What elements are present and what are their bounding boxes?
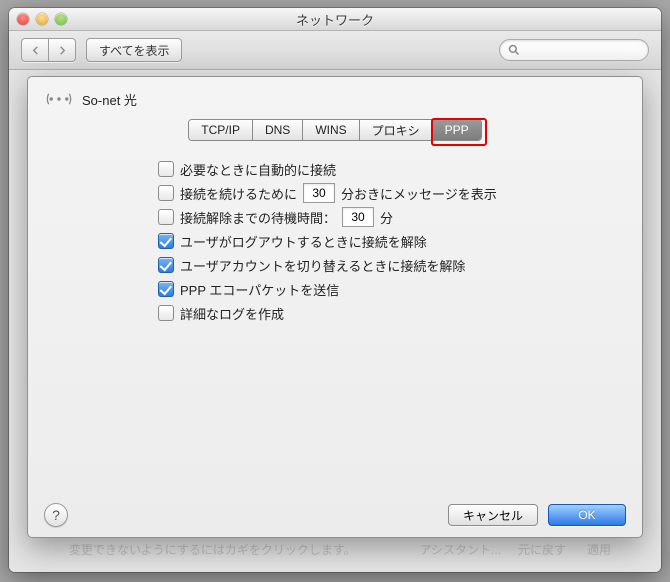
preferences-window: ネットワーク すべてを表示 ネットワーク環境 So-net USB Ethern… <box>9 8 661 572</box>
settings-sheet: So-net 光 TCP/IPDNSWINSプロキシPPP 必要なときに自動的に… <box>27 76 643 538</box>
window-title: ネットワーク <box>9 10 661 29</box>
zoom-icon[interactable] <box>55 13 67 25</box>
tab-[interactable]: プロキシ <box>360 120 433 140</box>
window-controls <box>17 13 67 25</box>
tab-dns[interactable]: DNS <box>253 120 303 140</box>
search-icon <box>508 44 520 56</box>
verbose-log-checkbox[interactable] <box>158 305 174 321</box>
logout-disconnect-label: ユーザがログアウトするときに接続を解除 <box>180 232 427 251</box>
titlebar: ネットワーク <box>9 8 661 31</box>
cancel-button[interactable]: キャンセル <box>448 504 538 526</box>
help-button[interactable]: ? <box>44 503 68 527</box>
ppp-echo-label: PPP エコーパケットを送信 <box>180 280 339 299</box>
idle-input[interactable] <box>342 207 374 227</box>
show-all-button[interactable]: すべてを表示 <box>86 38 182 62</box>
keepalive-checkbox[interactable] <box>158 185 174 201</box>
back-button[interactable] <box>21 38 48 62</box>
close-icon[interactable] <box>17 13 29 25</box>
sheet-footer: ? キャンセル OK <box>28 493 642 537</box>
tab-bar: TCP/IPDNSWINSプロキシPPP <box>28 119 642 141</box>
logout-disconnect-checkbox[interactable] <box>158 233 174 249</box>
verbose-log-label: 詳細なログを作成 <box>180 304 284 323</box>
idle-post: 分 <box>380 208 393 227</box>
idle-pre: 接続解除までの待機時間： <box>180 208 336 227</box>
nav-buttons <box>21 38 76 62</box>
connection-name: So-net 光 <box>82 90 137 109</box>
keepalive-pre: 接続を続けるために <box>180 184 297 203</box>
auto-connect-label: 必要なときに自動的に接続 <box>180 160 336 179</box>
keepalive-input[interactable] <box>303 183 335 203</box>
tab-wins[interactable]: WINS <box>303 120 359 140</box>
connection-header: So-net 光 <box>28 77 642 115</box>
keepalive-post: 分おきにメッセージを表示 <box>341 184 497 203</box>
tab-ppp[interactable]: PPP <box>433 120 481 140</box>
ppp-options: 必要なときに自動的に接続 接続を続けるために 分おきにメッセージを表示 接続解除… <box>28 157 642 325</box>
search-input[interactable] <box>499 39 649 61</box>
minimize-icon[interactable] <box>36 13 48 25</box>
tab-tcpip[interactable]: TCP/IP <box>189 120 253 140</box>
ok-button[interactable]: OK <box>548 504 626 526</box>
idle-disconnect-checkbox[interactable] <box>158 209 174 225</box>
ppp-echo-checkbox[interactable] <box>158 281 174 297</box>
switch-disconnect-label: ユーザアカウントを切り替えるときに接続を解除 <box>180 256 465 275</box>
forward-button[interactable] <box>48 38 76 62</box>
toolbar: すべてを表示 <box>9 31 661 70</box>
switch-disconnect-checkbox[interactable] <box>158 257 174 273</box>
auto-connect-checkbox[interactable] <box>158 161 174 177</box>
pppoe-icon <box>46 89 72 109</box>
